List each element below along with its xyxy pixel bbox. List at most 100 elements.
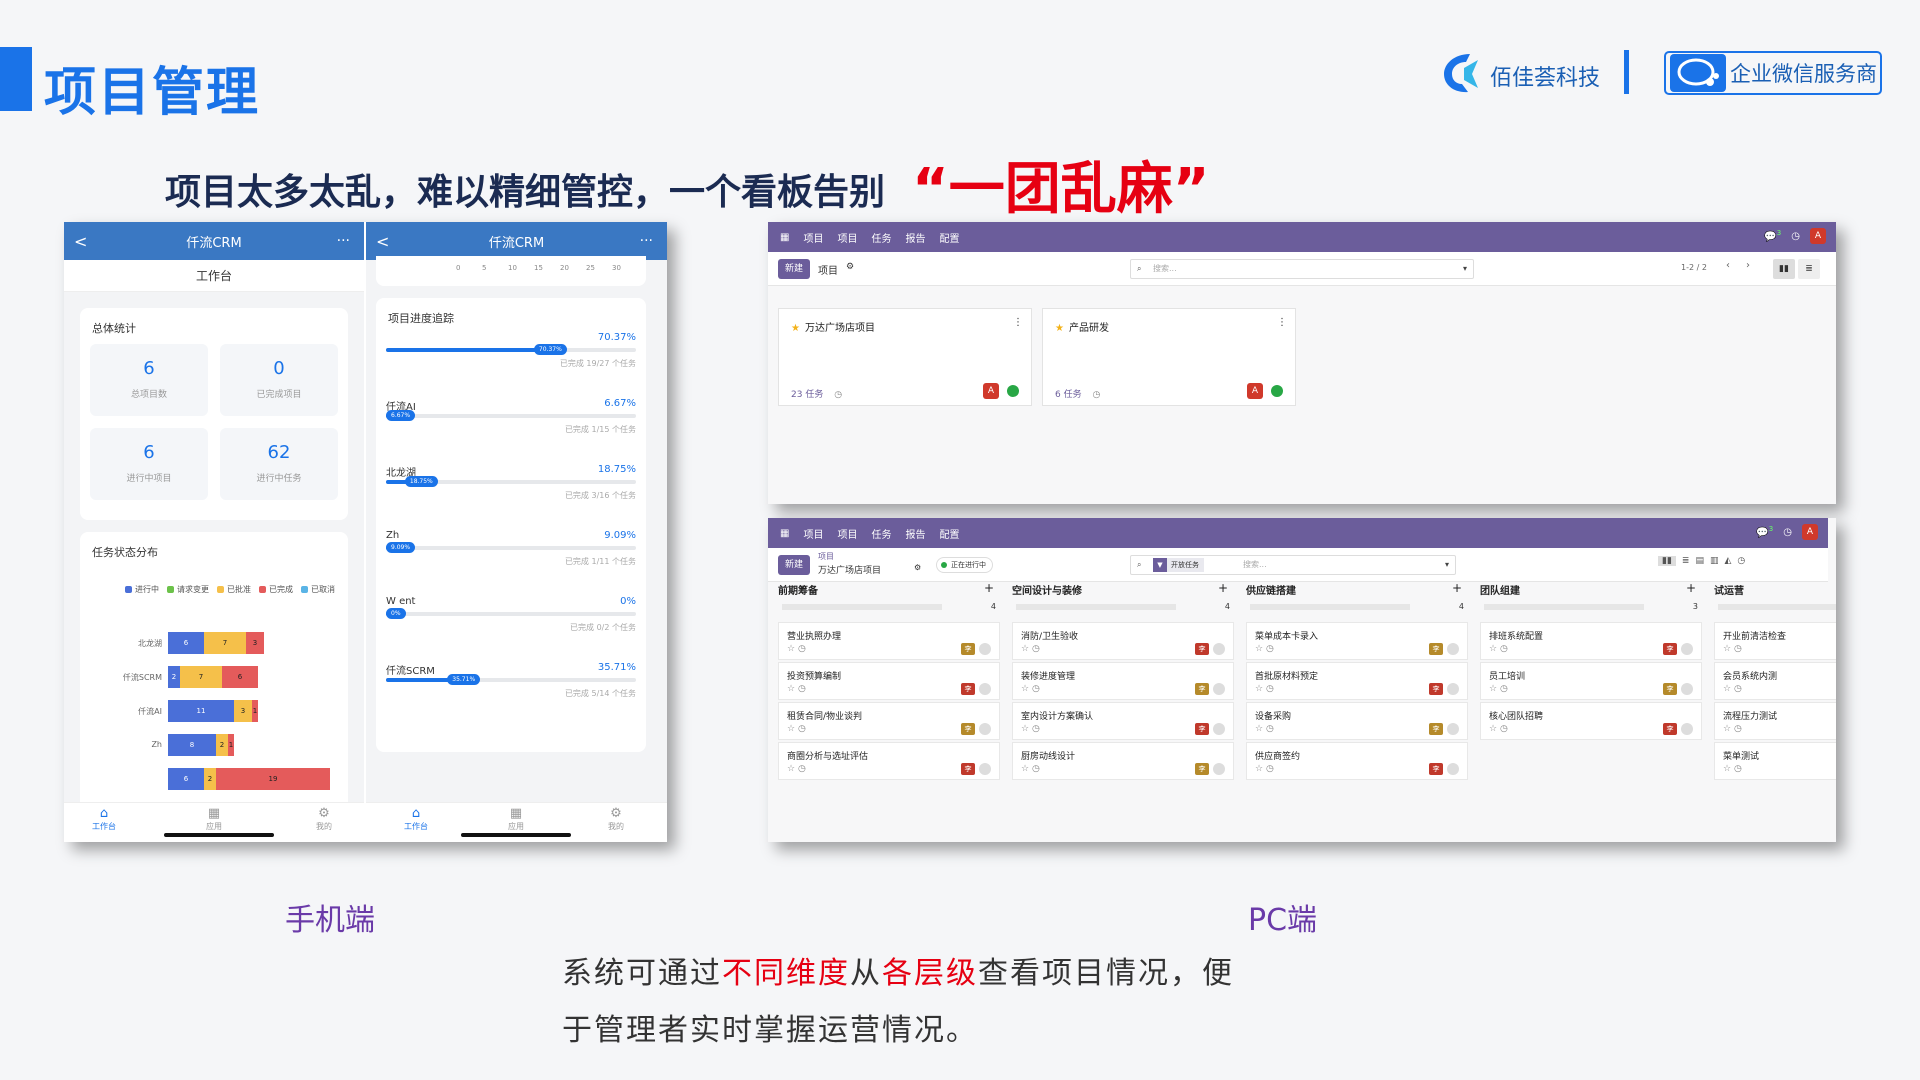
clock-icon[interactable]: ◷ [1266, 724, 1274, 734]
clock-icon[interactable]: ◷ [1032, 684, 1040, 694]
add-task-icon[interactable]: + [984, 581, 994, 595]
status-circle-icon[interactable] [1213, 643, 1225, 655]
status-circle-icon[interactable] [979, 643, 991, 655]
stat-active-projects[interactable]: 6 进行中项目 [90, 428, 208, 500]
apps-grid-icon[interactable]: ▦ [780, 528, 789, 539]
star-icon[interactable]: ☆ [787, 724, 795, 734]
status-circle-icon[interactable] [1213, 683, 1225, 695]
card-menu-icon[interactable]: ⋮ [1277, 317, 1287, 328]
star-icon[interactable]: ☆ [1723, 644, 1731, 654]
legend-entry[interactable]: 请求变更 [167, 584, 209, 595]
kanban-column-title[interactable]: 团队组建 [1480, 586, 1520, 597]
list-view-icon[interactable]: ≣ [1682, 556, 1690, 566]
kanban-column-title[interactable]: 空间设计与装修 [1012, 586, 1082, 597]
nav-apps[interactable]: ▦ 应用 [184, 807, 244, 832]
menu-item-projects[interactable]: 项目 [837, 230, 857, 245]
kanban-task-card[interactable]: 员工培训 ☆ ◷ 李 [1480, 662, 1702, 700]
settings-gear-icon[interactable]: ⚙ [914, 563, 921, 572]
status-circle-icon[interactable] [1681, 723, 1693, 735]
star-icon[interactable]: ☆ [787, 684, 795, 694]
star-icon[interactable]: ☆ [1489, 684, 1497, 694]
status-dot[interactable] [1271, 385, 1283, 397]
bar-segment[interactable]: 2 [216, 734, 228, 756]
bar-segment[interactable]: 3 [246, 632, 264, 654]
status-circle-icon[interactable] [1681, 643, 1693, 655]
kanban-task-card[interactable]: 投资预算编制 ☆ ◷ 李 [778, 662, 1000, 700]
clock-icon[interactable]: ◷ [798, 724, 806, 734]
bar-segment[interactable]: 6 [222, 666, 258, 688]
project-card[interactable]: ★ 万达广场店项目 ⋮ 23 任务 ◷ A [778, 308, 1032, 406]
menu-item-projects[interactable]: 项目 [837, 526, 857, 541]
kanban-task-card[interactable]: 租赁合同/物业谈判 ☆ ◷ 李 [778, 702, 1000, 740]
kanban-column-title[interactable]: 试运营 [1714, 586, 1744, 597]
bar-segment[interactable]: 6 [168, 768, 204, 790]
kanban-task-card[interactable]: 供应商签约 ☆ ◷ 李 [1246, 742, 1468, 780]
status-circle-icon[interactable] [1681, 683, 1693, 695]
project-progress-item[interactable]: 北龙湖 18.75% 18.75% 已完成 3/16 个任务 [386, 464, 636, 524]
star-icon[interactable]: ☆ [1021, 644, 1029, 654]
back-icon[interactable]: < [74, 232, 87, 251]
breadcrumb-parent[interactable]: 项目 [818, 551, 834, 562]
kanban-task-card[interactable]: 商圈分析与选址评估 ☆ ◷ 李 [778, 742, 1000, 780]
clock-icon[interactable]: ◷ [1734, 724, 1742, 734]
project-status-pill[interactable]: 正在进行中 [936, 557, 993, 573]
star-icon[interactable]: ★ [1055, 323, 1064, 334]
star-icon[interactable]: ★ [791, 323, 800, 334]
add-task-icon[interactable]: + [1452, 581, 1462, 595]
star-icon[interactable]: ☆ [1489, 644, 1497, 654]
list-view-icon[interactable]: ≣ [1798, 259, 1820, 279]
clock-icon[interactable]: ◷ [798, 644, 806, 654]
menu-item-project-app[interactable]: 项目 [803, 230, 823, 245]
nav-apps[interactable]: ▦ 应用 [486, 807, 546, 832]
clock-icon[interactable]: ◷ [1032, 644, 1040, 654]
project-progress-item[interactable]: 70.37% 70.37% 已完成 19/27 个任务 [386, 332, 636, 392]
stat-completed-projects[interactable]: 0 已完成项目 [220, 344, 338, 416]
clock-icon[interactable]: ◷ [1500, 644, 1508, 654]
kanban-view-icon[interactable]: ▮▮ [1658, 556, 1676, 566]
clock-icon[interactable]: ◷ [1500, 724, 1508, 734]
bar-segment[interactable]: 7 [180, 666, 222, 688]
new-button[interactable]: 新建 [778, 259, 811, 279]
next-page-icon[interactable]: › [1746, 260, 1750, 271]
clock-icon[interactable]: ◷ [1734, 644, 1742, 654]
kanban-task-card[interactable]: 菜单成本卡录入 ☆ ◷ 李 [1246, 622, 1468, 660]
star-icon[interactable]: ☆ [1489, 724, 1497, 734]
more-icon[interactable]: ··· [640, 233, 653, 249]
star-icon[interactable]: ☆ [1021, 724, 1029, 734]
kanban-task-card[interactable]: 核心团队招聘 ☆ ◷ 李 [1480, 702, 1702, 740]
clock-icon[interactable]: ◷ [1266, 764, 1274, 774]
bar-segment[interactable]: 1 [228, 734, 234, 756]
status-circle-icon[interactable] [1447, 763, 1459, 775]
new-button[interactable]: 新建 [778, 555, 811, 575]
clock-icon[interactable]: ◷ [1032, 724, 1040, 734]
bar-segment[interactable]: 2 [204, 768, 216, 790]
star-icon[interactable]: ☆ [787, 764, 795, 774]
kanban-task-card[interactable]: 会员系统内测☆ ◷李 [1714, 662, 1836, 700]
star-icon[interactable]: ☆ [1723, 764, 1731, 774]
project-progress-item[interactable]: W ent 0% 0% 已完成 0/2 个任务 [386, 596, 636, 656]
menu-item-reports[interactable]: 报告 [905, 526, 925, 541]
bar-segment[interactable]: 19 [216, 768, 330, 790]
clock-icon[interactable]: ◷ [1266, 684, 1274, 694]
kanban-task-card[interactable]: 消防/卫生验收 ☆ ◷ 李 [1012, 622, 1234, 660]
search-dropdown-icon[interactable]: ▾ [1445, 556, 1449, 574]
bar-segment[interactable]: 3 [234, 700, 252, 722]
add-task-icon[interactable]: + [1686, 581, 1696, 595]
star-icon[interactable]: ☆ [1255, 684, 1263, 694]
clock-icon[interactable]: ◷ [798, 764, 806, 774]
user-avatar[interactable]: A [1802, 524, 1818, 540]
menu-item-config[interactable]: 配置 [939, 230, 959, 245]
card-menu-icon[interactable]: ⋮ [1013, 317, 1023, 328]
clock-icon[interactable]: ◷ [1791, 231, 1800, 242]
status-circle-icon[interactable] [979, 683, 991, 695]
pivot-view-icon[interactable]: ▥ [1710, 556, 1719, 566]
status-circle-icon[interactable] [979, 763, 991, 775]
status-circle-icon[interactable] [1447, 643, 1459, 655]
clock-icon[interactable]: ◷ [798, 684, 806, 694]
clock-icon[interactable]: ◷ [1032, 764, 1040, 774]
status-circle-icon[interactable] [1447, 723, 1459, 735]
nav-mine[interactable]: ⚙ 我的 [586, 807, 646, 832]
menu-item-config[interactable]: 配置 [939, 526, 959, 541]
legend-entry[interactable]: 已取消 [301, 584, 335, 595]
search-dropdown-icon[interactable]: ▾ [1463, 260, 1467, 278]
